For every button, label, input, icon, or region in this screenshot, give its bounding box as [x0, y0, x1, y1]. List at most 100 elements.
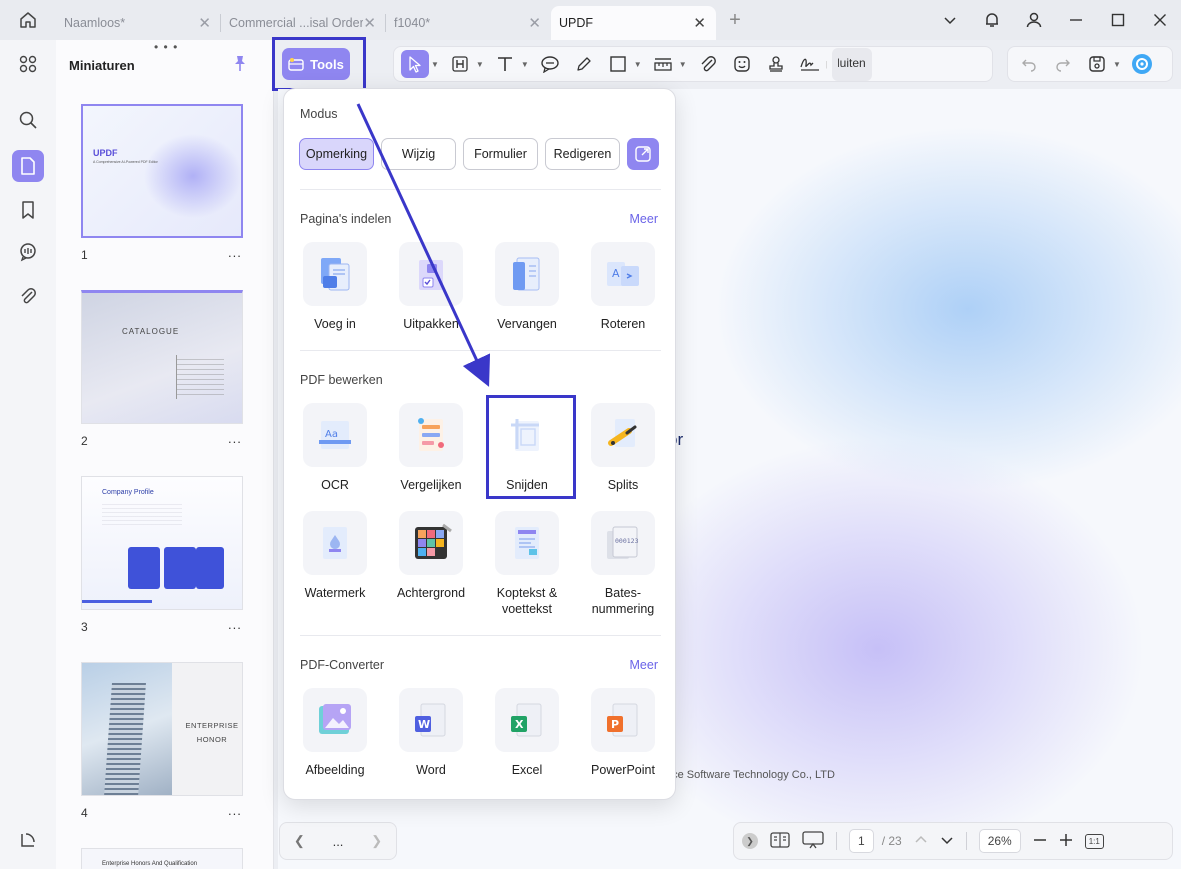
close-icon	[1154, 14, 1166, 26]
presentation-button[interactable]	[802, 830, 824, 852]
page-4-more-button[interactable]: ...	[228, 803, 242, 818]
tab-naamloos[interactable]: Naamloos* ✕	[56, 6, 221, 40]
tool-vergelijken[interactable]: Vergelijken	[385, 403, 477, 493]
home-button[interactable]	[0, 0, 56, 40]
attachment-tool[interactable]	[694, 50, 722, 78]
undo-icon	[1022, 59, 1036, 72]
chevron-down-icon[interactable]: ▼	[431, 60, 439, 69]
expand-button[interactable]: ❯	[742, 833, 758, 849]
rail-comments[interactable]	[12, 236, 44, 268]
tool-vervangen[interactable]: Vervangen	[481, 242, 573, 332]
pencil-tool[interactable]	[570, 50, 598, 78]
tab-commercial[interactable]: Commercial ...isal Order* ✕	[221, 6, 386, 40]
close-icon[interactable]: ✕	[198, 14, 211, 32]
tool-achtergrond[interactable]: Achtergrond	[385, 511, 477, 601]
current-page-input[interactable]: 1	[849, 829, 874, 853]
chevron-down-icon[interactable]: ▼	[679, 60, 687, 69]
more-button[interactable]: ...	[333, 834, 344, 849]
actual-size-button[interactable]: 1:1	[1084, 833, 1104, 849]
account-button[interactable]	[1013, 11, 1055, 29]
measure-tool[interactable]	[649, 50, 677, 78]
svg-text:000123: 000123	[615, 537, 639, 545]
new-tab-button[interactable]: +	[720, 5, 750, 35]
chevron-right-icon[interactable]: ❯	[371, 833, 382, 849]
tool-roteren[interactable]: A Roteren	[577, 242, 669, 332]
open-external-button[interactable]	[627, 138, 659, 170]
thumbnail-page-2[interactable]: CATALOGUE	[81, 290, 243, 424]
shape-tool[interactable]	[604, 50, 632, 78]
pagina-title: Pagina's indelen	[300, 212, 392, 226]
converter-more-link[interactable]: Meer	[630, 658, 658, 672]
text-icon	[497, 57, 512, 71]
drag-handle-icon[interactable]: • • •	[154, 40, 178, 54]
chevron-left-icon[interactable]: ❮	[294, 833, 305, 849]
page-2-more-button[interactable]: ...	[228, 431, 242, 446]
signature-icon	[799, 58, 819, 71]
tool-splits[interactable]: Splits	[577, 403, 669, 493]
text-tool[interactable]	[491, 50, 519, 78]
chevron-down-icon[interactable]: ▼	[521, 60, 529, 69]
pagina-more-link[interactable]: Meer	[630, 212, 658, 226]
tab-f1040[interactable]: f1040* ✕	[386, 6, 551, 40]
annotation-toolbar: ▼ ▼ ▼ ▼ ▼ | luiten	[393, 46, 993, 82]
thumbnail-page-3[interactable]: Company Profile	[81, 476, 243, 610]
page-3-more-button[interactable]: ...	[228, 617, 242, 632]
notifications-button[interactable]	[971, 11, 1013, 29]
next-page-button[interactable]	[940, 833, 954, 850]
page-layout-button[interactable]	[770, 831, 790, 851]
tool-koptekst-voettekst[interactable]: Koptekst & voettekst	[481, 511, 573, 617]
mode-formulier[interactable]: Formulier	[463, 138, 538, 170]
mode-redigeren[interactable]: Redigeren	[545, 138, 620, 170]
tab-list-button[interactable]	[929, 13, 971, 27]
ai-assistant-button[interactable]	[1128, 50, 1156, 78]
page-nav-bar: ❮ ... ❯	[279, 822, 397, 860]
close-icon[interactable]: ✕	[528, 14, 541, 32]
stamp-tool[interactable]	[762, 50, 790, 78]
rail-attachments[interactable]	[12, 280, 44, 312]
rail-updf-ai[interactable]	[12, 824, 44, 856]
tool-uitpakken[interactable]: Uitpakken	[385, 242, 477, 332]
chevron-down-icon[interactable]: ▼	[1113, 60, 1121, 69]
undo-button[interactable]	[1015, 50, 1043, 78]
zoom-out-button[interactable]	[1033, 833, 1047, 850]
zoom-level[interactable]: 26%	[978, 829, 1021, 853]
mode-opmerking[interactable]: Opmerking	[299, 138, 374, 170]
signature-tool[interactable]	[796, 50, 824, 78]
tool-excel[interactable]: X Excel	[481, 688, 573, 778]
tool-voeg-in[interactable]: Voeg in	[289, 242, 381, 332]
minimize-button[interactable]	[1055, 13, 1097, 27]
cursor-icon	[409, 56, 421, 73]
tab-updf[interactable]: UPDF ✕	[551, 6, 716, 40]
close-icon[interactable]: ✕	[363, 14, 376, 32]
highlight-tool[interactable]	[446, 50, 474, 78]
rail-thumbnails[interactable]	[12, 150, 44, 182]
maximize-button[interactable]	[1097, 13, 1139, 27]
sticker-tool[interactable]	[728, 50, 756, 78]
zoom-in-button[interactable]	[1059, 833, 1073, 850]
chevron-down-icon[interactable]: ▼	[634, 60, 642, 69]
tool-word[interactable]: W Word	[385, 688, 477, 778]
chevron-down-icon[interactable]: ▼	[476, 60, 484, 69]
close-window-button[interactable]	[1139, 13, 1181, 27]
close-icon[interactable]: ✕	[693, 14, 706, 32]
redo-button[interactable]	[1049, 50, 1077, 78]
mode-wijzig[interactable]: Wijzig	[381, 138, 456, 170]
thumbnail-page-5[interactable]: Enterprise Honors And Qualification	[81, 848, 243, 869]
tool-powerpoint[interactable]: P PowerPoint	[577, 688, 669, 778]
thumbnail-page-4[interactable]: ENTERPRISE HONOR	[81, 662, 243, 796]
pin-button[interactable]	[232, 54, 248, 75]
previous-page-button[interactable]	[914, 833, 928, 850]
tool-ocr[interactable]: Aa OCR	[289, 403, 381, 493]
rail-apps[interactable]	[12, 48, 44, 80]
rail-search[interactable]	[12, 104, 44, 136]
select-tool[interactable]	[401, 50, 429, 78]
save-button[interactable]	[1083, 50, 1111, 78]
thumbnail-page-1[interactable]: UPDF A Comprehensive AI-Powered PDF Edit…	[81, 104, 243, 238]
rail-bookmarks[interactable]	[12, 194, 44, 226]
page-1-more-button[interactable]: ...	[228, 245, 242, 260]
tool-watermerk[interactable]: Watermerk	[289, 511, 381, 601]
tool-afbeelding[interactable]: Afbeelding	[289, 688, 381, 778]
tool-bates-nummering[interactable]: 000123 Bates-nummering	[577, 511, 669, 617]
close-tool-button[interactable]: Sluiten	[831, 47, 872, 81]
comment-tool[interactable]	[536, 50, 564, 78]
